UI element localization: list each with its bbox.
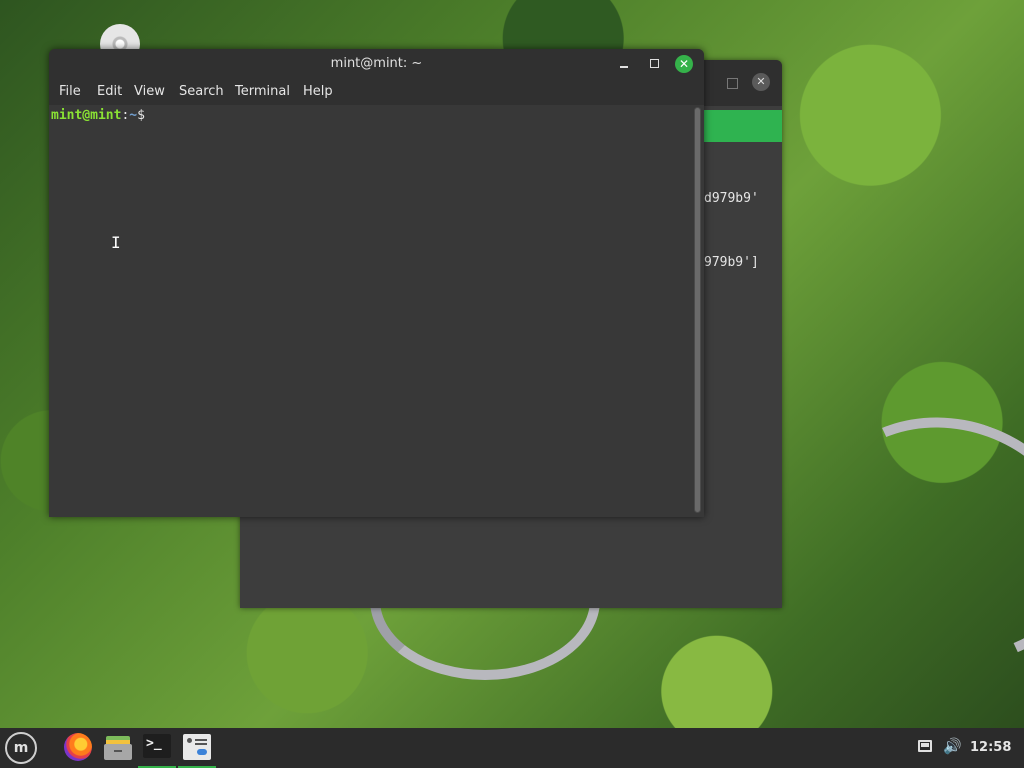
menu-search[interactable]: Search [179,84,224,99]
taskbar-files[interactable] [98,728,136,768]
text-cursor-icon: I [111,233,121,252]
close-button[interactable]: ✕ [675,55,693,73]
network-icon[interactable] [918,740,932,752]
taskbar: m >_ 🔊 12:58 [0,728,1024,768]
volume-icon[interactable]: 🔊 [943,737,962,755]
close-icon[interactable]: ✕ [752,73,770,91]
settings-icon-part [195,743,207,745]
maximize-icon [649,59,659,68]
menu-edit[interactable]: Edit [97,84,122,99]
settings-icon-part [187,738,192,743]
minimize-button[interactable] [615,55,633,73]
files-icon [104,734,132,760]
prompt-symbol: $ [137,108,145,123]
background-window-text: 979b9'] [704,255,759,270]
mint-logo-icon: m [5,732,37,764]
window-title: mint@mint: ~ [330,56,423,71]
terminal-output-area[interactable]: mint@mint:~$ I [49,105,695,517]
start-menu-button[interactable]: m [0,728,38,768]
menu-bar: File Edit View Search Terminal Help [49,79,704,105]
terminal-window[interactable]: mint@mint: ~ ✕ File Edit View Search Ter… [49,49,704,517]
prompt-user-host: mint@mint [51,108,122,123]
wallpaper-road [777,379,1024,701]
maximize-button[interactable] [645,55,663,73]
prompt-path: ~ [129,108,138,123]
menu-file[interactable]: File [59,84,81,99]
settings-icon-part [195,739,207,741]
shell-prompt: mint@mint:~$ [51,108,145,123]
settings-icon [183,734,211,760]
terminal-titlebar[interactable]: mint@mint: ~ ✕ [49,49,704,79]
menu-help[interactable]: Help [303,84,333,99]
maximize-icon[interactable] [727,78,738,89]
firefox-icon [64,733,92,761]
scrollbar-thumb[interactable] [695,108,700,512]
settings-icon-part [197,749,207,755]
scrollbar[interactable] [694,107,701,513]
taskbar-terminal[interactable]: >_ [138,728,176,768]
files-icon-part [114,750,122,752]
menu-view[interactable]: View [134,84,165,99]
taskbar-settings[interactable] [178,728,216,768]
taskbar-firefox[interactable] [58,728,96,768]
background-window-text: d979b9' [704,191,759,206]
clock[interactable]: 12:58 [970,740,1011,755]
files-icon-part [104,744,132,760]
minimize-icon [620,66,628,68]
terminal-icon: >_ [143,734,171,758]
menu-terminal[interactable]: Terminal [235,84,290,99]
